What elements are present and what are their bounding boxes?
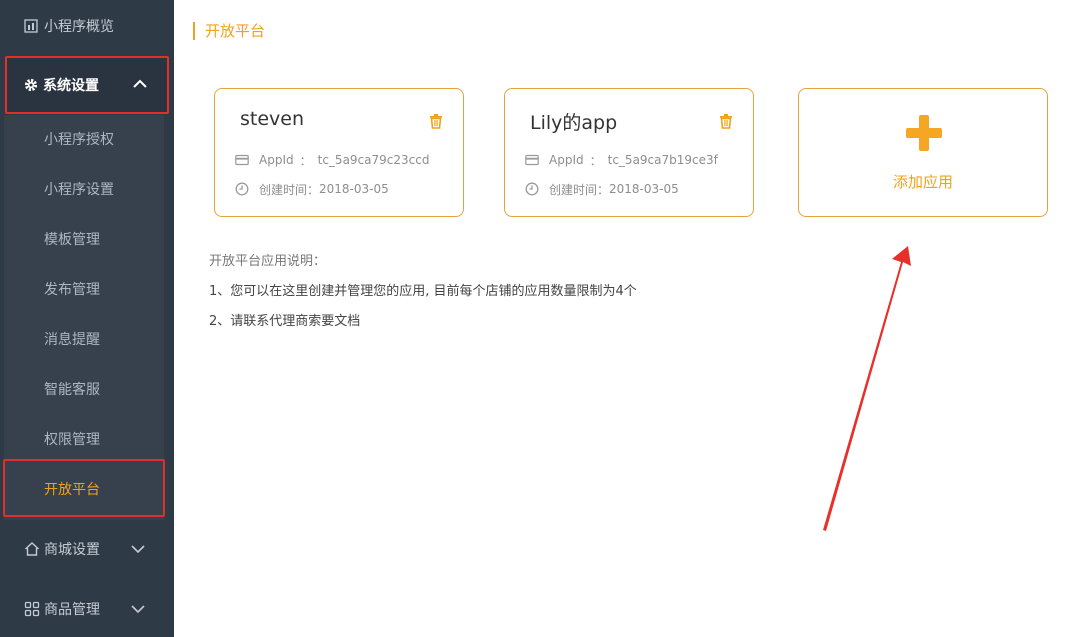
info-line: 1、您可以在这里创建并管理您的应用, 目前每个店铺的应用数量限制为4个 bbox=[209, 284, 637, 299]
app-id-colon: ： bbox=[589, 153, 602, 168]
trash-icon[interactable] bbox=[429, 113, 443, 129]
app-id-row: AppId ： tc_5a9ca79c23ccd bbox=[235, 152, 429, 168]
add-app-button[interactable]: 添加应用 bbox=[798, 88, 1048, 217]
sidebar-item-product-mgmt[interactable]: 商品管理 bbox=[0, 597, 174, 621]
sidebar-group-label: 系统设置 bbox=[43, 78, 99, 94]
app-name: Lily的app bbox=[530, 112, 618, 134]
sidebar-item-overview[interactable]: 小程序概览 bbox=[0, 0, 174, 52]
app-id-value: tc_5a9ca79c23ccd bbox=[317, 153, 430, 167]
plus-icon bbox=[906, 115, 942, 151]
created-label: 创建时间： bbox=[549, 182, 610, 197]
info-title: 开放平台应用说明： bbox=[209, 254, 327, 269]
app-id-row: AppId ： tc_5a9ca7b19ce3f bbox=[525, 152, 718, 168]
sidebar-item-message-alerts[interactable]: 消息提醒 bbox=[44, 330, 100, 350]
sidebar-item-smart-service[interactable]: 智能客服 bbox=[44, 380, 100, 400]
sidebar-item-miniapp-settings[interactable]: 小程序设置 bbox=[44, 180, 114, 200]
app-id-label: AppId bbox=[259, 153, 294, 167]
page-title: 开放平台 bbox=[193, 22, 265, 40]
sidebar-item-open-platform[interactable]: 开放平台 bbox=[44, 480, 100, 500]
card-icon bbox=[525, 153, 539, 167]
sidebar-group-system-settings[interactable]: 系统设置 bbox=[6, 58, 168, 112]
sidebar-item-template-mgmt[interactable]: 模板管理 bbox=[44, 230, 100, 250]
created-value: 2018-03-05 bbox=[609, 182, 679, 196]
sidebar-item-label: 小程序概览 bbox=[44, 19, 114, 35]
chevron-up-icon[interactable] bbox=[132, 76, 148, 92]
created-label: 创建时间： bbox=[259, 182, 320, 197]
sidebar-submenu bbox=[4, 115, 164, 520]
app-id-colon: ： bbox=[299, 153, 312, 168]
add-app-label: 添加应用 bbox=[892, 173, 953, 191]
clock-icon bbox=[525, 182, 539, 196]
app-id-value: tc_5a9ca7b19ce3f bbox=[607, 153, 718, 167]
grid-icon bbox=[24, 601, 40, 617]
chevron-down-icon[interactable] bbox=[130, 601, 146, 617]
app-id-label: AppId bbox=[549, 153, 584, 167]
app-card[interactable]: steven AppId ： tc_5a9ca79c23ccd 创建时间： 20… bbox=[214, 88, 464, 217]
sidebar-item-permissions[interactable]: 权限管理 bbox=[44, 430, 100, 450]
created-value: 2018-03-05 bbox=[319, 182, 389, 196]
sidebar-item-label: 商城设置 bbox=[44, 542, 100, 558]
created-row: 创建时间： 2018-03-05 bbox=[525, 181, 679, 197]
app-name: steven bbox=[240, 108, 305, 130]
card-icon bbox=[235, 153, 249, 167]
created-row: 创建时间： 2018-03-05 bbox=[235, 181, 389, 197]
sidebar-item-release-mgmt[interactable]: 发布管理 bbox=[44, 280, 100, 300]
sidebar-item-label: 商品管理 bbox=[44, 602, 100, 618]
gear-icon bbox=[24, 78, 38, 92]
info-line: 2、请联系代理商索要文档 bbox=[209, 314, 361, 329]
app-card[interactable]: Lily的app AppId ： tc_5a9ca7b19ce3f 创建时间： … bbox=[504, 88, 754, 217]
sidebar: 小程序概览 系统设置 小程序授权 小程序设置 模板管理 发布管理 消息提醒 智能… bbox=[0, 0, 174, 637]
sidebar-item-mall-settings[interactable]: 商城设置 bbox=[0, 537, 174, 561]
chevron-down-icon[interactable] bbox=[130, 541, 146, 557]
chart-icon bbox=[24, 19, 38, 33]
home-icon bbox=[24, 541, 40, 557]
trash-icon[interactable] bbox=[719, 113, 733, 129]
clock-icon bbox=[235, 182, 249, 196]
sidebar-item-miniapp-auth[interactable]: 小程序授权 bbox=[44, 130, 114, 150]
